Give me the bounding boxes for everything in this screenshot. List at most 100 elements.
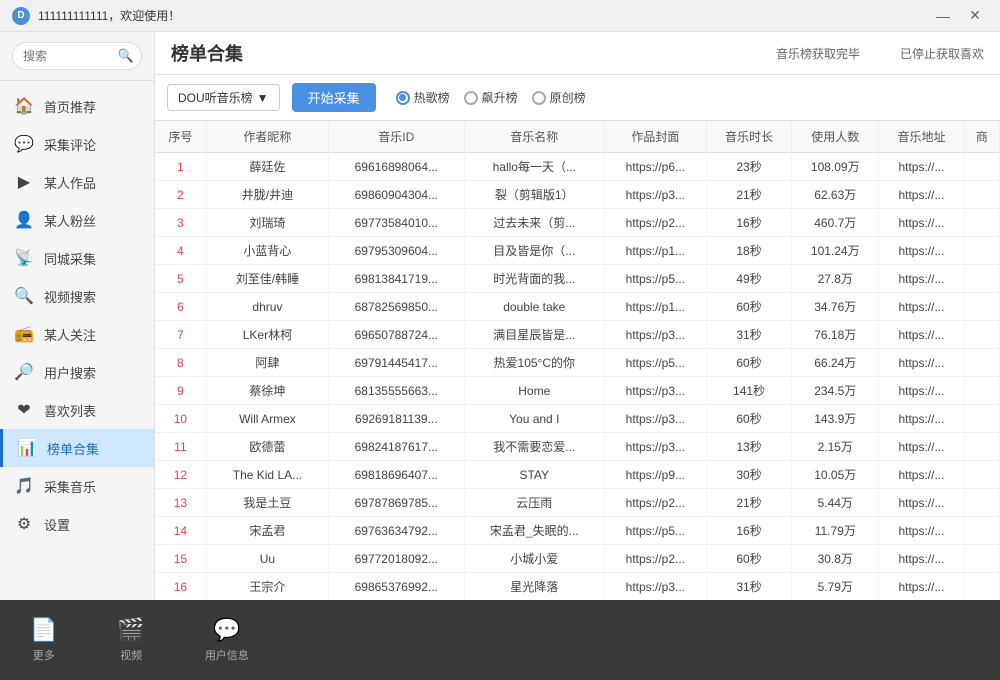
- dropdown-label: DOU听音乐榜: [178, 89, 253, 106]
- cell-3: 云压雨: [464, 489, 604, 517]
- table-row[interactable]: 10Will Armex69269181139...You and Ihttps…: [155, 405, 1000, 433]
- sidebar-item-person-works[interactable]: ▶ 某人作品: [0, 163, 154, 201]
- table-header: 序号作者昵称音乐ID音乐名称作品封面音乐时长使用人数音乐地址商: [155, 121, 1000, 153]
- cell-0: 7: [155, 321, 206, 349]
- close-button[interactable]: ✕: [962, 6, 988, 26]
- sidebar-item-person-follow[interactable]: 📻 某人关注: [0, 315, 154, 353]
- table-row[interactable]: 16王宗介69865376992...星光降落https://p3...31秒5…: [155, 573, 1000, 601]
- table-row[interactable]: 2井胧/井迪69860904304...裂（剪辑版1）https://p3...…: [155, 181, 1000, 209]
- table-row[interactable]: 7LKer林柯69650788724...满目星辰皆是...https://p3…: [155, 321, 1000, 349]
- cell-1: 井胧/井迪: [206, 181, 328, 209]
- sidebar-item-user-search[interactable]: 🔎 用户搜索: [0, 353, 154, 391]
- sidebar-item-chart-list[interactable]: 📊 榜单合集: [0, 429, 154, 467]
- cell-8: [964, 349, 999, 377]
- col-header-作品封面: 作品封面: [605, 121, 707, 153]
- table-row[interactable]: 14宋孟君69763634792...宋孟君_失眠的...https://p5.…: [155, 517, 1000, 545]
- cell-1: 小蓝背心: [206, 237, 328, 265]
- cell-4: https://p1...: [605, 293, 707, 321]
- table-row[interactable]: 6dhruv68782569850...double takehttps://p…: [155, 293, 1000, 321]
- cell-6: 11.79万: [792, 517, 879, 545]
- cell-4: https://p3...: [605, 181, 707, 209]
- cell-3: 宋孟君_失眠的...: [464, 517, 604, 545]
- cell-8: [964, 377, 999, 405]
- sidebar-item-collect-comment[interactable]: 💬 采集评论: [0, 125, 154, 163]
- music-table-wrapper[interactable]: 序号作者昵称音乐ID音乐名称作品封面音乐时长使用人数音乐地址商 1薛廷佐6961…: [155, 121, 1000, 600]
- cell-5: 21秒: [706, 489, 792, 517]
- radio-hot[interactable]: 热歌榜: [396, 89, 450, 106]
- table-row[interactable]: 12The Kid LA...69818696407...STAYhttps:/…: [155, 461, 1000, 489]
- start-collect-button[interactable]: 开始采集: [292, 83, 376, 112]
- person-fans-icon: 👤: [14, 210, 34, 230]
- cell-4: https://p6...: [605, 153, 707, 181]
- more-bottom-icon: 📄: [30, 617, 57, 643]
- col-header-使用人数: 使用人数: [792, 121, 879, 153]
- radio-rising[interactable]: 飙升榜: [464, 89, 518, 106]
- radio-label-rising: 飙升榜: [482, 89, 518, 106]
- chart-dropdown[interactable]: DOU听音乐榜 ▼: [167, 84, 280, 111]
- cell-2: 69269181139...: [329, 405, 464, 433]
- cell-0: 6: [155, 293, 206, 321]
- cell-2: 69865376992...: [329, 573, 464, 601]
- cell-1: Will Armex: [206, 405, 328, 433]
- cell-0: 14: [155, 517, 206, 545]
- cell-6: 460.7万: [792, 209, 879, 237]
- sidebar-item-person-fans[interactable]: 👤 某人粉丝: [0, 201, 154, 239]
- table-row[interactable]: 15Uu69772018092...小城小爱https://p2...60秒30…: [155, 545, 1000, 573]
- content-area: 榜单合集 音乐榜获取完毕 已停止获取喜欢 DOU听音乐榜 ▼ 开始采集 热歌榜 …: [155, 32, 1000, 600]
- header-status: 音乐榜获取完毕 已停止获取喜欢: [776, 45, 984, 62]
- cell-5: 16秒: [706, 209, 792, 237]
- sidebar-item-video-search[interactable]: 🔍 视频搜索: [0, 277, 154, 315]
- sidebar-item-settings[interactable]: ⚙ 设置: [0, 505, 154, 543]
- table-row[interactable]: 4小蓝背心69795309604...目及皆是你（...https://p1..…: [155, 237, 1000, 265]
- sidebar-item-homepage[interactable]: 🏠 首页推荐: [0, 87, 154, 125]
- minimize-button[interactable]: —: [930, 6, 956, 26]
- bottom-item-user-info[interactable]: 💬 用户信息: [205, 617, 249, 663]
- cell-3: double take: [464, 293, 604, 321]
- cell-6: 5.79万: [792, 573, 879, 601]
- cell-4: https://p2...: [605, 209, 707, 237]
- cell-4: https://p2...: [605, 489, 707, 517]
- col-header-音乐时长: 音乐时长: [706, 121, 792, 153]
- sidebar-item-favorites[interactable]: ❤ 喜欢列表: [0, 391, 154, 429]
- person-works-icon: ▶: [14, 172, 34, 192]
- cell-7: https://...: [879, 293, 965, 321]
- bottom-item-video[interactable]: 🎬 视频: [117, 617, 144, 663]
- cell-2: 69773584010...: [329, 209, 464, 237]
- cell-6: 34.76万: [792, 293, 879, 321]
- table-row[interactable]: 3刘瑞琦69773584010...过去未来（剪...https://p2...…: [155, 209, 1000, 237]
- table-row[interactable]: 8阿肆69791445417...热爱105°C的你https://p5...6…: [155, 349, 1000, 377]
- sidebar-item-local-collect[interactable]: 📡 同城采集: [0, 239, 154, 277]
- cell-6: 30.8万: [792, 545, 879, 573]
- cell-3: 时光背面的我...: [464, 265, 604, 293]
- cell-2: 69813841719...: [329, 265, 464, 293]
- table-row[interactable]: 1薛廷佐69616898064...hallo每一天（...https://p6…: [155, 153, 1000, 181]
- sidebar-nav: 🏠 首页推荐💬 采集评论▶ 某人作品👤 某人粉丝📡 同城采集🔍 视频搜索📻 某人…: [0, 81, 154, 600]
- content-header: 榜单合集 音乐榜获取完毕 已停止获取喜欢: [155, 32, 1000, 75]
- bottom-item-more[interactable]: 📄 更多: [30, 617, 57, 663]
- cell-5: 18秒: [706, 237, 792, 265]
- table-row[interactable]: 11欧德蕾69824187617...我不需要恋爱...https://p3..…: [155, 433, 1000, 461]
- cell-5: 141秒: [706, 377, 792, 405]
- app-body: 🔍 🏠 首页推荐💬 采集评论▶ 某人作品👤 某人粉丝📡 同城采集🔍 视频搜索📻 …: [0, 32, 1000, 600]
- cell-7: https://...: [879, 405, 965, 433]
- radio-original[interactable]: 原创榜: [532, 89, 586, 106]
- cell-1: 阿肆: [206, 349, 328, 377]
- cell-1: dhruv: [206, 293, 328, 321]
- table-row[interactable]: 9蔡徐坤68135555663...Homehttps://p3...141秒2…: [155, 377, 1000, 405]
- cell-5: 49秒: [706, 265, 792, 293]
- sidebar-item-label: 某人关注: [44, 325, 96, 344]
- cell-1: Uu: [206, 545, 328, 573]
- table-row[interactable]: 5刘至佳/韩睡69813841719...时光背面的我...https://p5…: [155, 265, 1000, 293]
- cell-2: 69650788724...: [329, 321, 464, 349]
- cell-4: https://p3...: [605, 573, 707, 601]
- cell-4: https://p3...: [605, 433, 707, 461]
- col-header-音乐地址: 音乐地址: [879, 121, 965, 153]
- search-icon: 🔍: [118, 48, 134, 64]
- sidebar-item-collect-music[interactable]: 🎵 采集音乐: [0, 467, 154, 505]
- cell-2: 69616898064...: [329, 153, 464, 181]
- table-row[interactable]: 13我是土豆69787869785...云压雨https://p2...21秒5…: [155, 489, 1000, 517]
- cell-4: https://p3...: [605, 405, 707, 433]
- cell-3: 小城小爱: [464, 545, 604, 573]
- cell-6: 76.18万: [792, 321, 879, 349]
- cell-3: 星光降落: [464, 573, 604, 601]
